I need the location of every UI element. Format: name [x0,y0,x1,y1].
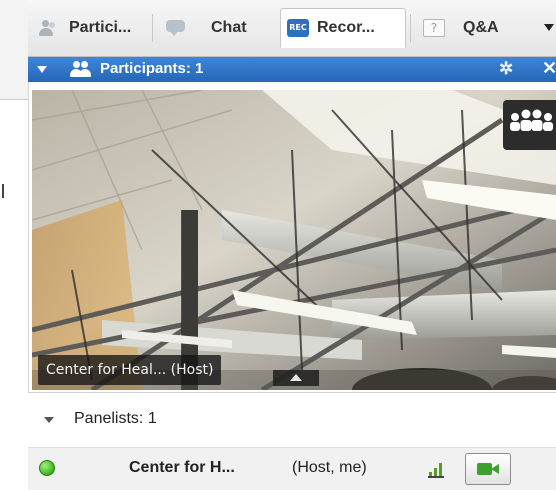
main-window-edge [0,0,29,490]
tab-overflow-dropdown-icon[interactable] [544,24,554,31]
tab-divider [410,14,411,42]
panel-tab-bar: Partici... Chat REC Recor... ? Q&A [28,0,556,57]
online-status-icon [39,460,55,476]
main-window-toolbar-edge [0,0,28,100]
panelists-collapse-caret-icon[interactable] [44,417,54,423]
participants-window: Partici... Chat REC Recor... ? Q&A Parti… [0,0,556,490]
video-expand-icon[interactable] [273,370,319,386]
participants-icon [39,19,61,37]
tab-recorder[interactable]: REC Recor... [280,8,406,48]
camera-image [32,90,556,390]
video-camera-lens [491,464,499,474]
tab-chat-label: Chat [211,19,247,36]
participants-panel-header: Participants: 1 ✲ ✕ [28,57,556,82]
video-camera-button[interactable] [465,453,511,485]
tab-qa[interactable]: ? Q&A [416,8,530,48]
panelist-role: (Host, me) [292,459,367,476]
close-icon[interactable]: ✕ [542,58,556,78]
chat-icon [165,19,187,37]
video-feed[interactable] [32,90,556,390]
cursor-mark [2,184,4,198]
tab-participants-label: Partici... [69,19,132,36]
panelists-section: Panelists: 1 [28,392,556,447]
panelist-row[interactable]: Center for H... (Host, me) [28,447,556,490]
tab-participants[interactable]: Partici... [32,8,150,48]
gear-icon[interactable]: ✲ [499,59,513,79]
panelist-name: Center for H... [129,459,235,476]
tab-divider [152,14,153,42]
panel-title: Participants: 1 [100,60,204,77]
video-camera-icon [477,463,492,475]
audio-level-icon [428,461,444,478]
tab-qa-label: Q&A [463,19,499,36]
collapse-caret-icon[interactable] [37,66,47,73]
participants-icon [70,60,92,78]
tab-chat[interactable]: Chat [158,8,274,48]
video-participant-label: Center for Heal... (Host) [38,355,222,385]
group-layout-button[interactable] [503,100,556,150]
question-icon: ? [423,19,445,37]
record-icon: REC [287,19,309,37]
tab-recorder-label: Recor... [317,19,375,36]
panelists-title: Panelists: 1 [74,410,157,427]
group-layout-icon [510,109,553,131]
